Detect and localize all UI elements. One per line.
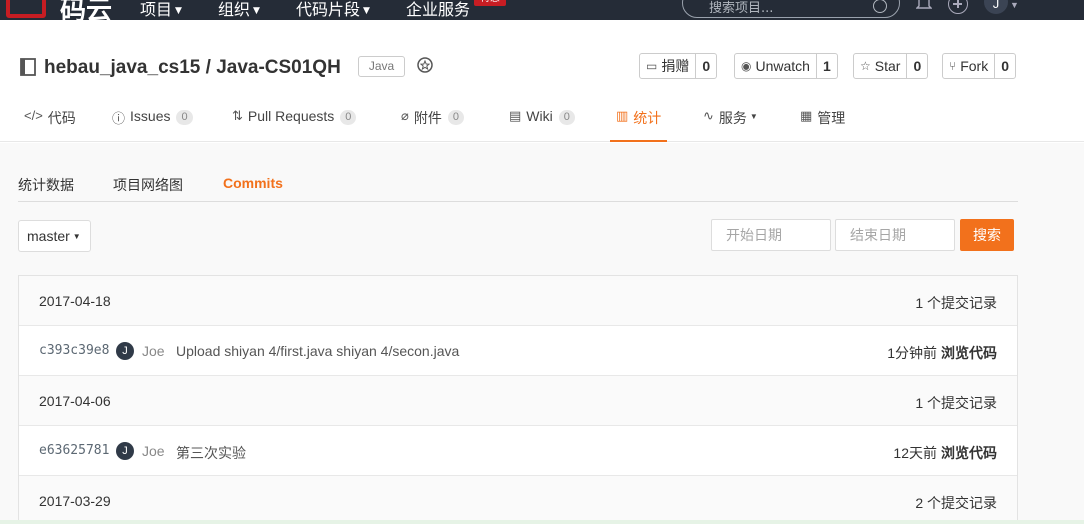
fork-count[interactable]: 0	[994, 54, 1015, 78]
repo-separator: /	[205, 57, 211, 78]
commit-list: 2017-04-18 1 个提交记录 c393c39e8 J Joe Uploa…	[18, 275, 1018, 524]
chevron-down-icon: ▼	[363, 5, 370, 16]
subtab-statistics[interactable]: 统计数据	[18, 175, 74, 195]
tab-services[interactable]: ∿ 服务 ▼	[703, 108, 758, 142]
pulse-icon: ∿	[703, 108, 714, 123]
repo-title: hebau_java_cs15 / Java-CS01QH	[44, 57, 341, 79]
commit-row[interactable]: e63625781 J Joe 第三次实验 12天前 浏览代码	[19, 426, 1017, 476]
commit-message-link[interactable]: 第三次实验	[176, 443, 246, 463]
watch-count[interactable]: 1	[815, 54, 837, 78]
browse-code-link[interactable]: 浏览代码	[941, 445, 997, 461]
fork-icon: ⑂	[949, 59, 957, 73]
author-avatar[interactable]: J	[116, 442, 134, 460]
tab-issues[interactable]: ⓘ Issues 0	[112, 108, 193, 142]
branch-select[interactable]: master ▼	[18, 220, 91, 252]
commit-count: 2 个提交记录	[915, 495, 997, 511]
author-name[interactable]: Joe	[142, 443, 165, 459]
global-search[interactable]	[682, 0, 900, 18]
issues-count: 0	[176, 110, 193, 125]
paperclip-icon: ⌀	[401, 108, 409, 123]
repo-name-link[interactable]: Java-CS01QH	[216, 57, 341, 78]
tab-attachments[interactable]: ⌀ 附件 0	[401, 108, 464, 142]
bottom-divider	[0, 520, 1084, 524]
search-input[interactable]	[683, 0, 853, 17]
eye-icon: ◉	[741, 59, 752, 73]
date-group-row: 2017-04-18 1 个提交记录	[19, 276, 1017, 326]
author-avatar[interactable]: J	[116, 342, 134, 360]
nav-item-enterprise[interactable]: 企业服务	[406, 0, 470, 20]
nav-item-snippets[interactable]: 代码片段 ▼	[296, 0, 370, 20]
book-icon: ▤	[509, 108, 522, 123]
tab-pull-requests[interactable]: ⇅ Pull Requests 0	[232, 108, 357, 142]
commit-sha-link[interactable]: e63625781	[39, 443, 109, 458]
award-badge-icon[interactable]	[414, 55, 436, 77]
repo-tabs: </> 代码 ⓘ Issues 0 ⇅ Pull Requests 0 ⌀ 附件 0 ▤ Wik…	[0, 100, 1084, 142]
tab-manage[interactable]: ▦ 管理	[800, 108, 845, 142]
repo-icon	[20, 58, 36, 76]
commit-time: 12天前 浏览代码	[893, 445, 997, 461]
top-navbar: 码云 项目▼ 组织▼ 代码片段▼ 企业服务 特惠 J ▼	[0, 0, 1084, 20]
subtab-commits[interactable]: Commits	[223, 175, 283, 191]
star-count[interactable]: 0	[906, 54, 927, 78]
pull-requests-count: 0	[340, 110, 357, 125]
chevron-down-icon[interactable]: ▼	[1010, 0, 1019, 10]
tab-code[interactable]: </> 代码	[24, 108, 76, 142]
tab-wiki[interactable]: ▤ Wiki 0	[509, 108, 575, 142]
nav-item-organizations[interactable]: 组织 ▼	[218, 0, 260, 20]
hot-badge: 特惠	[474, 0, 506, 6]
attachments-count: 0	[447, 110, 464, 125]
repo-owner-link[interactable]: hebau_java_cs15	[44, 57, 200, 78]
commit-count: 1 个提交记录	[915, 395, 997, 411]
search-icon[interactable]	[873, 0, 887, 13]
chevron-down-icon: ▼	[749, 112, 758, 121]
start-date-input[interactable]	[711, 219, 831, 251]
issue-icon: ⓘ	[112, 111, 126, 126]
unwatch-button[interactable]: ◉ Unwatch 1	[734, 53, 838, 79]
nav-item-projects[interactable]: 项目 ▼	[140, 0, 182, 20]
commit-sha-link[interactable]: c393c39e8	[39, 343, 109, 358]
logo-text[interactable]: 码云	[60, 0, 112, 20]
date-group-row: 2017-03-29 2 个提交记录	[19, 476, 1017, 524]
pull-request-icon: ⇅	[232, 108, 243, 123]
commit-message-link[interactable]: Upload shiyan 4/first.java shiyan 4/seco…	[176, 343, 459, 359]
code-icon: </>	[24, 108, 43, 123]
star-icon: ☆	[860, 59, 871, 73]
bar-chart-icon: ▥	[616, 108, 629, 123]
chevron-down-icon: ▼	[253, 5, 260, 16]
commit-date: 2017-04-06	[39, 393, 111, 409]
user-avatar[interactable]: J	[984, 0, 1008, 14]
donate-icon: ▭	[646, 59, 658, 73]
end-date-input[interactable]	[835, 219, 955, 251]
stats-subtabs: 统计数据 项目网络图 Commits	[18, 165, 1018, 202]
commit-date: 2017-03-29	[39, 493, 111, 509]
star-button[interactable]: ☆ Star 0	[853, 53, 929, 79]
fork-button[interactable]: ⑂ Fork 0	[942, 53, 1016, 79]
author-name[interactable]: Joe	[142, 343, 165, 359]
plus-icon[interactable]	[948, 0, 968, 14]
subtab-network[interactable]: 项目网络图	[113, 175, 183, 195]
settings-doc-icon: ▦	[800, 108, 813, 123]
logo-icon[interactable]	[6, 0, 46, 18]
wiki-count: 0	[558, 110, 575, 125]
commit-time: 1分钟前 浏览代码	[887, 345, 997, 361]
chevron-down-icon: ▼	[72, 232, 81, 242]
donate-count[interactable]: 0	[695, 54, 716, 78]
donate-button[interactable]: ▭ 捐赠 0	[639, 53, 718, 79]
search-button[interactable]: 搜索	[960, 219, 1014, 251]
commit-row[interactable]: c393c39e8 J Joe Upload shiyan 4/first.ja…	[19, 326, 1017, 376]
commit-date: 2017-04-18	[39, 293, 111, 309]
browse-code-link[interactable]: 浏览代码	[941, 345, 997, 361]
tab-statistics[interactable]: ▥ 统计	[610, 108, 668, 142]
date-group-row: 2017-04-06 1 个提交记录	[19, 376, 1017, 426]
chevron-down-icon: ▼	[175, 5, 182, 16]
language-tag[interactable]: Java	[358, 56, 405, 77]
bell-icon[interactable]	[916, 0, 932, 12]
commit-count: 1 个提交记录	[915, 295, 997, 311]
